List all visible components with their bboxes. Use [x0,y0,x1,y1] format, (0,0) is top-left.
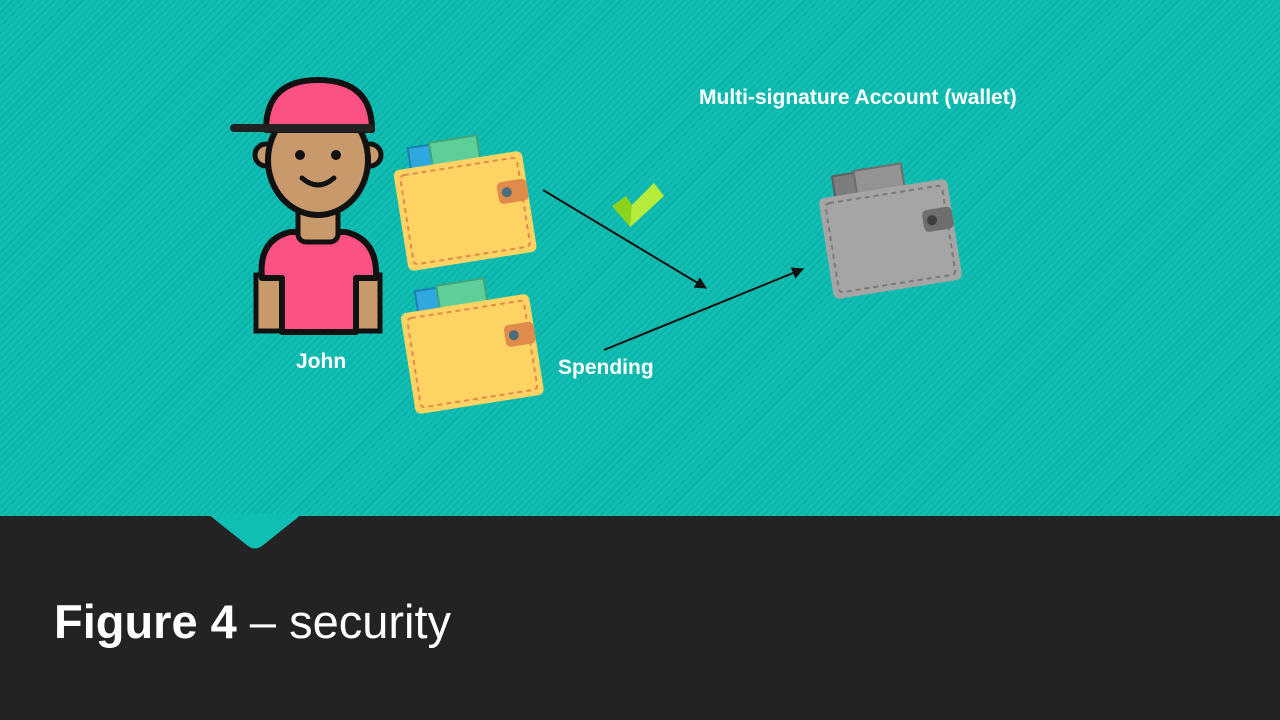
figure-number: Figure 4 [54,595,237,648]
wallet-icon [819,162,962,299]
person-name-label: John [296,350,347,373]
figure-caption: Figure 4 – security [54,598,451,645]
checkmark-icon [612,183,664,227]
person-icon [230,77,384,335]
arrow-icon [603,267,805,351]
caption-notch [208,514,302,549]
caption-topic: security [289,595,452,648]
security-diagram [230,77,962,414]
caption-separator: – [236,595,290,648]
spending-label: Spending [558,356,654,379]
multisig-account-label: Multi-signature Account (wallet) [699,86,1017,109]
wallet-icon [400,277,544,414]
wallet-icon [393,134,537,271]
